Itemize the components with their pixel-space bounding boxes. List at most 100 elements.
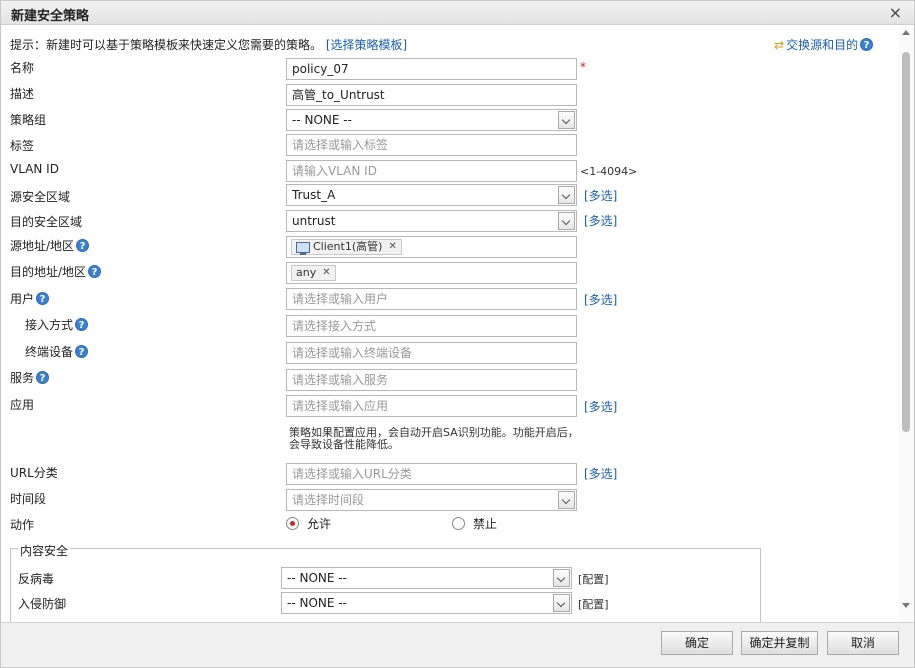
required-marker: * bbox=[580, 60, 586, 74]
policy-group-value: -- NONE -- bbox=[292, 113, 352, 127]
chevron-down-icon[interactable] bbox=[558, 212, 575, 230]
application-multiselect-link[interactable]: [多选] bbox=[584, 398, 617, 415]
url-category-multiselect-link[interactable]: [多选] bbox=[584, 465, 617, 482]
dst-zone-select[interactable]: untrust bbox=[286, 210, 577, 232]
chevron-down-icon[interactable] bbox=[553, 594, 570, 612]
user-input[interactable]: 请选择或输入用户 bbox=[286, 288, 577, 310]
access-mode-input[interactable]: 请选择接入方式 bbox=[286, 315, 577, 337]
src-address-input[interactable]: Client1(高管) ✕ bbox=[286, 236, 577, 258]
user-label: 用户 ? bbox=[10, 290, 50, 307]
chevron-down-icon[interactable] bbox=[558, 491, 575, 509]
service-input[interactable]: 请选择或输入服务 bbox=[286, 369, 577, 391]
help-icon[interactable]: ? bbox=[75, 318, 89, 331]
close-icon[interactable]: × bbox=[889, 3, 902, 22]
src-zone-select[interactable]: Trust_A bbox=[286, 184, 577, 206]
ips-config-link[interactable]: [配置] bbox=[578, 596, 609, 612]
tag-input[interactable]: 请选择或输入标签 bbox=[286, 134, 577, 156]
action-deny-label: 禁止 bbox=[473, 517, 498, 531]
dst-address-label-text: 目的地址/地区 bbox=[10, 265, 87, 279]
action-deny-radio[interactable]: 禁止 bbox=[452, 515, 497, 532]
name-label: 名称 bbox=[10, 61, 35, 75]
radio-unselected-icon[interactable] bbox=[452, 517, 465, 530]
terminal-device-label: 终端设备 ? bbox=[25, 343, 89, 360]
swap-src-dst-link[interactable]: ⇄ 交换源和目的 ? bbox=[774, 36, 874, 53]
ok-and-copy-button[interactable]: 确定并复制 bbox=[741, 631, 818, 655]
antivirus-config-link[interactable]: [配置] bbox=[578, 571, 609, 587]
time-range-select[interactable]: 请选择时间段 bbox=[286, 489, 577, 511]
help-icon[interactable]: ? bbox=[75, 345, 89, 358]
help-icon[interactable]: ? bbox=[36, 292, 50, 305]
dst-address-tag: any ✕ bbox=[291, 265, 336, 281]
time-range-label: 时间段 bbox=[10, 492, 47, 506]
swap-label: 交换源和目的 bbox=[786, 38, 859, 52]
dst-zone-multiselect-link[interactable]: [多选] bbox=[584, 212, 617, 229]
help-icon[interactable]: ? bbox=[860, 38, 874, 51]
remove-tag-icon[interactable]: ✕ bbox=[322, 266, 330, 280]
chevron-down-icon[interactable] bbox=[553, 569, 570, 587]
dialog-title: 新建安全策略 bbox=[11, 9, 90, 24]
terminal-device-input[interactable]: 请选择或输入终端设备 bbox=[286, 342, 577, 364]
vlan-id-input[interactable]: 请输入VLAN ID bbox=[286, 160, 577, 182]
url-category-label: URL分类 bbox=[10, 466, 58, 480]
dst-address-tag-label: any bbox=[296, 266, 317, 279]
user-label-text: 用户 bbox=[10, 292, 35, 306]
antivirus-value: -- NONE -- bbox=[287, 571, 347, 585]
service-label-text: 服务 bbox=[10, 371, 35, 385]
scroll-down-icon[interactable] bbox=[902, 603, 910, 608]
action-label: 动作 bbox=[10, 518, 35, 532]
dst-zone-label: 目的安全区域 bbox=[10, 215, 83, 229]
policy-group-select[interactable]: -- NONE -- bbox=[286, 109, 577, 131]
policy-group-label: 策略组 bbox=[10, 113, 47, 127]
scrollbar-thumb[interactable] bbox=[902, 52, 910, 432]
hint-message: 提示：新建时可以基于策略模板来快速定义您需要的策略。 bbox=[10, 38, 323, 52]
src-zone-value: Trust_A bbox=[292, 188, 336, 202]
src-zone-multiselect-link[interactable]: [多选] bbox=[584, 187, 617, 204]
radio-selected-icon[interactable] bbox=[286, 517, 299, 530]
scroll-up-icon[interactable] bbox=[902, 30, 910, 35]
description-label: 描述 bbox=[10, 87, 35, 101]
application-note: 策略如果配置应用，会自动开启SA识别功能。功能开启后，会导致设备性能降低。 bbox=[289, 426, 579, 451]
service-label: 服务 ? bbox=[10, 369, 50, 386]
src-address-tag: Client1(高管) ✕ bbox=[291, 239, 402, 255]
dst-address-label: 目的地址/地区 ? bbox=[10, 263, 102, 280]
description-input[interactable]: 高管_to_Untrust bbox=[286, 84, 577, 106]
chevron-down-icon[interactable] bbox=[558, 111, 575, 129]
dst-address-input[interactable]: any ✕ bbox=[286, 262, 577, 284]
application-input[interactable]: 请选择或输入应用 bbox=[286, 395, 577, 417]
name-input[interactable]: policy_07 bbox=[286, 58, 577, 80]
ips-value: -- NONE -- bbox=[287, 596, 347, 610]
chevron-down-icon[interactable] bbox=[558, 186, 575, 204]
help-icon[interactable]: ? bbox=[36, 371, 50, 384]
vlan-range-hint: <1-4094> bbox=[580, 165, 638, 178]
antivirus-label: 反病毒 bbox=[18, 572, 55, 586]
access-mode-label-text: 接入方式 bbox=[25, 318, 74, 332]
ips-select[interactable]: -- NONE -- bbox=[281, 592, 572, 614]
computer-icon bbox=[296, 241, 310, 255]
content-security-legend: 内容安全 bbox=[18, 542, 71, 559]
ips-label: 入侵防御 bbox=[18, 597, 67, 611]
url-category-input[interactable]: 请选择或输入URL分类 bbox=[286, 463, 577, 485]
user-multiselect-link[interactable]: [多选] bbox=[584, 291, 617, 308]
terminal-device-label-text: 终端设备 bbox=[25, 345, 74, 359]
dialog-footer: 确定 确定并复制 取消 bbox=[1, 622, 914, 667]
access-mode-label: 接入方式 ? bbox=[25, 316, 89, 333]
src-address-label: 源地址/地区 ? bbox=[10, 237, 90, 254]
action-permit-radio[interactable]: 允许 bbox=[286, 515, 331, 532]
help-icon[interactable]: ? bbox=[88, 265, 102, 278]
cancel-button[interactable]: 取消 bbox=[827, 631, 899, 655]
src-zone-label: 源安全区域 bbox=[10, 190, 71, 204]
select-template-link[interactable]: [选择策略模板] bbox=[326, 38, 407, 52]
antivirus-select[interactable]: -- NONE -- bbox=[281, 567, 572, 589]
vertical-scrollbar[interactable] bbox=[899, 26, 914, 622]
hint-text: 提示：新建时可以基于策略模板来快速定义您需要的策略。 [选择策略模板] bbox=[10, 36, 407, 53]
ok-button[interactable]: 确定 bbox=[661, 631, 733, 655]
tag-label: 标签 bbox=[10, 139, 35, 153]
time-range-placeholder: 请选择时间段 bbox=[292, 493, 365, 507]
swap-icon: ⇄ bbox=[774, 37, 785, 52]
action-permit-label: 允许 bbox=[307, 517, 332, 531]
src-address-label-text: 源地址/地区 bbox=[10, 239, 75, 253]
remove-tag-icon[interactable]: ✕ bbox=[388, 240, 396, 254]
vlan-id-label: VLAN ID bbox=[10, 162, 59, 176]
help-icon[interactable]: ? bbox=[76, 239, 90, 252]
new-security-policy-dialog: 新建安全策略 × 提示：新建时可以基于策略模板来快速定义您需要的策略。 [选择策… bbox=[0, 0, 915, 668]
